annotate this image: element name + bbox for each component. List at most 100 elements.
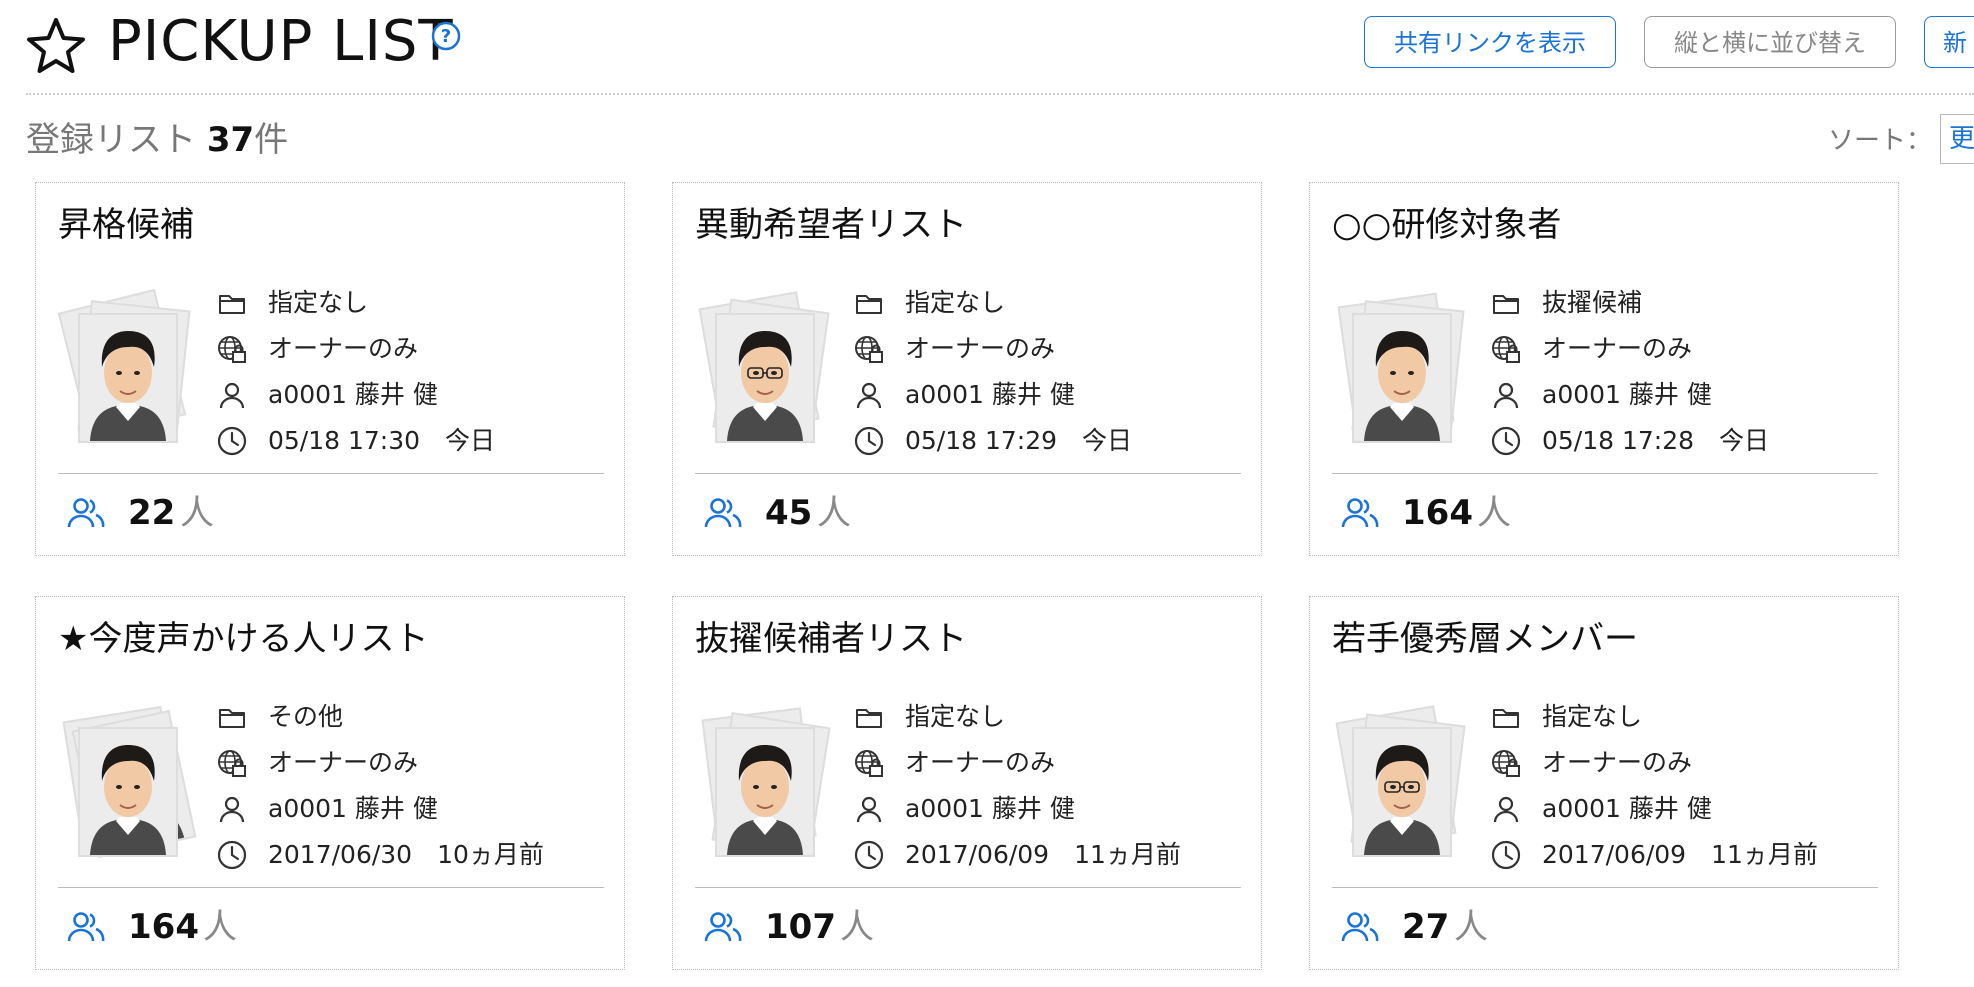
photo-card — [715, 313, 815, 443]
card-visibility: オーナーのみ — [853, 743, 1233, 783]
list-count-value: 37 — [206, 120, 255, 160]
owner-label: a0001 藤井 健 — [905, 380, 1075, 409]
updated-label: 2017/06/09 11ヵ月前 — [905, 840, 1181, 869]
list-card[interactable]: ★今度声かける人リスト その他 オーナーのみ a0001 藤井 健 2017/06/30… — [35, 596, 625, 970]
card-owner: a0001 藤井 健 — [853, 375, 1233, 415]
clock-icon — [1491, 840, 1521, 870]
updated-label: 05/18 17:29 今日 — [905, 426, 1133, 455]
person-photo-icon — [717, 315, 813, 441]
list-count: 登録リスト 37件 — [26, 112, 288, 161]
user-icon — [219, 796, 245, 823]
sort-select[interactable]: 更 — [1940, 114, 1974, 164]
globe-lock-icon — [1492, 336, 1520, 363]
card-folder: 指定なし — [853, 697, 1233, 737]
user-icon — [219, 382, 245, 409]
star-icon[interactable] — [26, 16, 86, 76]
visibility-label: オーナーのみ — [268, 748, 419, 777]
photo-card — [715, 727, 815, 857]
clock-icon — [854, 840, 884, 870]
card-owner: a0001 藤井 健 — [216, 375, 596, 415]
card-title[interactable]: ★今度声かける人リスト — [58, 613, 428, 665]
photo-card — [1352, 313, 1452, 443]
card-divider — [695, 887, 1241, 888]
card-visibility: オーナーのみ — [1490, 743, 1870, 783]
card-owner: a0001 藤井 健 — [1490, 375, 1870, 415]
members-icon — [1341, 912, 1379, 942]
folder-icon — [856, 709, 882, 728]
reorder-button[interactable]: 縦と横に並び替え — [1644, 16, 1896, 68]
card-divider — [695, 473, 1241, 474]
list-card[interactable]: 若手優秀層メンバー指定なしオーナーのみ a0001 藤井 健 2017/06/09 … — [1309, 596, 1899, 970]
card-owner: a0001 藤井 健 — [1490, 789, 1870, 829]
folder-label: 指定なし — [268, 288, 369, 317]
card-updated: 05/18 17:30 今日 — [216, 421, 596, 461]
user-icon — [1493, 382, 1519, 409]
list-card[interactable]: ○○研修対象者抜擢候補オーナーのみ a0001 藤井 健 05/18 17:28 今… — [1309, 182, 1899, 556]
photo-card — [78, 727, 178, 857]
photo-card — [1352, 727, 1452, 857]
card-title[interactable]: ○○研修対象者 — [1332, 199, 1561, 251]
member-unit: 人 — [180, 493, 214, 533]
clock-icon — [217, 426, 247, 456]
visibility-label: オーナーのみ — [905, 334, 1056, 363]
photo-stack — [57, 281, 218, 451]
card-divider — [1332, 887, 1878, 888]
updated-label: 05/18 17:28 今日 — [1542, 426, 1770, 455]
card-folder: 抜擢候補 — [1490, 283, 1870, 323]
card-owner: a0001 藤井 健 — [853, 789, 1233, 829]
new-list-button[interactable]: 新 — [1924, 16, 1974, 68]
card-updated: 2017/06/09 11ヵ月前 — [1490, 835, 1870, 875]
card-title[interactable]: 異動希望者リスト — [695, 199, 967, 251]
folder-label: 指定なし — [905, 288, 1006, 317]
owner-label: a0001 藤井 健 — [268, 380, 438, 409]
card-title[interactable]: 抜擢候補者リスト — [695, 613, 967, 665]
members-icon — [704, 498, 742, 528]
list-card[interactable]: 異動希望者リスト指定なしオーナーのみ a0001 藤井 健 05/18 17:29 … — [672, 182, 1262, 556]
person-photo-icon — [80, 315, 176, 441]
user-icon — [856, 382, 882, 409]
card-title[interactable]: 若手優秀層メンバー — [1332, 613, 1638, 665]
list-count-suffix: 件 — [254, 120, 289, 160]
visibility-label: オーナーのみ — [1542, 748, 1693, 777]
sort-label: ソート： — [1828, 126, 1933, 156]
card-visibility: オーナーのみ — [216, 329, 596, 369]
member-count[interactable]: 27 — [1402, 901, 1449, 953]
page-title: PICKUP LIST — [108, 9, 454, 74]
person-photo-icon — [717, 729, 813, 855]
card-title[interactable]: 昇格候補 — [58, 199, 194, 251]
member-count[interactable]: 22 — [128, 487, 175, 539]
member-count[interactable]: 164 — [1402, 487, 1473, 539]
card-visibility: オーナーのみ — [853, 329, 1233, 369]
globe-lock-icon — [218, 750, 246, 777]
folder-label: 指定なし — [1542, 702, 1643, 731]
member-unit: 人 — [840, 907, 874, 947]
list-card[interactable]: 昇格候補指定なしオーナーのみ a0001 藤井 健 05/18 17:30 今日 22… — [35, 182, 625, 556]
card-folder: 指定なし — [1490, 697, 1870, 737]
folder-icon — [856, 295, 882, 314]
member-count[interactable]: 45 — [765, 487, 812, 539]
user-icon — [1493, 796, 1519, 823]
card-owner: a0001 藤井 健 — [216, 789, 596, 829]
updated-label: 2017/06/30 10ヵ月前 — [268, 840, 544, 869]
photo-stack — [1332, 695, 1492, 865]
card-folder: 指定なし — [216, 283, 596, 323]
person-photo-icon — [1354, 729, 1450, 855]
visibility-label: オーナーのみ — [905, 748, 1056, 777]
updated-label: 2017/06/09 11ヵ月前 — [1542, 840, 1818, 869]
person-photo-icon — [80, 729, 176, 855]
person-photo-icon — [1354, 315, 1450, 441]
folder-icon — [1493, 709, 1519, 728]
member-count[interactable]: 107 — [765, 901, 836, 953]
member-count[interactable]: 164 — [128, 901, 199, 953]
globe-lock-icon — [855, 336, 883, 363]
members-icon — [67, 498, 105, 528]
folder-icon — [219, 709, 245, 728]
list-card[interactable]: 抜擢候補者リスト指定なしオーナーのみ a0001 藤井 健 2017/06/09 1… — [672, 596, 1262, 970]
visibility-label: オーナーのみ — [268, 334, 419, 363]
updated-label: 05/18 17:30 今日 — [268, 426, 496, 455]
show-share-link-button[interactable]: 共有リンクを表示 — [1364, 16, 1616, 68]
help-icon[interactable]: ? — [430, 20, 462, 52]
clock-icon — [217, 840, 247, 870]
card-visibility: オーナーのみ — [1490, 329, 1870, 369]
card-updated: 05/18 17:29 今日 — [853, 421, 1233, 461]
